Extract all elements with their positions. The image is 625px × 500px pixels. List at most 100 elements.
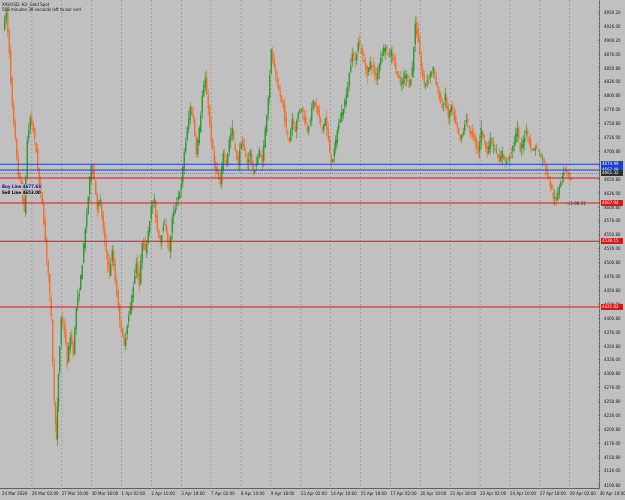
candle-bear xyxy=(315,103,317,107)
time-tick-label: 30 Mar 18:00 xyxy=(91,491,119,496)
candle-bull xyxy=(368,67,370,73)
candle-bear xyxy=(206,77,208,95)
candle-bear xyxy=(420,56,422,69)
candle-bull xyxy=(228,140,230,153)
candle-bull xyxy=(381,54,383,57)
plot-area[interactable]: XAUUSD, H2: Gold Spot 588 minutes 38 sec… xyxy=(0,0,600,489)
candle-bull xyxy=(461,135,463,139)
candle-bull xyxy=(57,374,60,407)
candle-bull xyxy=(324,118,326,126)
candle-bull xyxy=(149,221,151,233)
candle-bull xyxy=(542,158,544,160)
buy-line-label[interactable]: Buy Line 4677.68 xyxy=(2,184,41,189)
candle-bull xyxy=(308,126,310,132)
candle-bear xyxy=(281,95,283,102)
candle-bull xyxy=(110,264,112,276)
candle-bear xyxy=(138,272,140,286)
candle-bull xyxy=(4,17,6,30)
candle-bull xyxy=(270,49,272,74)
candle-bull xyxy=(300,109,302,111)
candle-bull xyxy=(170,236,172,253)
candle-bear xyxy=(158,229,160,238)
price-tick-label: 4176.00 xyxy=(604,440,621,446)
candle-bull xyxy=(291,118,293,131)
time-tick-label: 13 Apr 02:00 xyxy=(300,491,327,496)
candle-bull xyxy=(98,203,100,206)
candle-bear xyxy=(467,118,469,122)
candle-bear xyxy=(491,138,493,145)
candle-bear xyxy=(120,321,122,332)
candle-bear xyxy=(354,57,356,61)
candle-bear xyxy=(375,72,377,80)
candle-bull xyxy=(449,110,451,119)
candle-bear xyxy=(213,150,215,163)
candle-bear xyxy=(275,69,277,75)
candle-bull xyxy=(333,149,335,157)
candle-bull xyxy=(87,196,89,214)
candle-bear xyxy=(8,30,10,54)
candle-bear xyxy=(212,140,214,150)
price-tick-label: 4526.00 xyxy=(604,246,621,252)
candle-bear xyxy=(65,329,67,345)
time-tick-label: 17 Apr 02:00 xyxy=(390,491,417,496)
candle-bull xyxy=(312,100,314,108)
price-tick-label: 4626.00 xyxy=(604,190,621,196)
candle-bull xyxy=(249,150,251,157)
candle-bull xyxy=(141,242,143,262)
time-tick-label: 7 Apr 02:00 xyxy=(211,491,235,496)
price-tag: 4607.94 xyxy=(601,200,623,207)
candle-bear xyxy=(374,67,376,75)
candle-bear xyxy=(273,59,275,67)
candle-bear xyxy=(293,121,295,125)
candle-bear xyxy=(246,158,248,164)
candle-bull xyxy=(341,112,343,122)
candle-bull xyxy=(231,127,233,136)
candle-bull xyxy=(443,103,445,105)
candle-bear xyxy=(13,105,15,124)
candle-bull xyxy=(554,197,556,199)
candle-bear xyxy=(371,65,373,68)
candle-bull xyxy=(69,337,71,350)
price-tag: 4421.02 xyxy=(601,303,623,310)
candle-bear xyxy=(396,71,398,74)
candle-bull xyxy=(28,129,30,139)
candle-bull xyxy=(131,295,133,311)
candle-bear xyxy=(219,177,221,185)
sell-line-label[interactable]: Sell Line 4653.00 xyxy=(2,190,41,195)
candle-bear xyxy=(272,51,274,61)
candle-bull xyxy=(495,150,497,152)
price-tick-label: 4450.80 xyxy=(604,287,621,293)
candle-bull xyxy=(339,119,341,123)
candle-bear xyxy=(279,90,281,97)
candle-bull xyxy=(177,196,179,201)
candle-bear xyxy=(428,77,430,79)
candle-bear xyxy=(236,150,238,159)
candle-bull xyxy=(179,192,181,199)
candle-bull xyxy=(405,73,407,80)
candle-bear xyxy=(14,121,16,139)
candle-bear xyxy=(440,93,442,103)
candle-bear xyxy=(399,77,401,83)
time-tick-label: 29 Apr 02:00 xyxy=(569,491,596,496)
chart-window[interactable]: XAUUSD, H2: Gold Spot 588 minutes 38 sec… xyxy=(0,0,625,500)
price-tick-label: 4476.00 xyxy=(604,273,621,279)
candle-bull xyxy=(56,405,59,439)
candle-bear xyxy=(23,198,25,211)
candle-bear xyxy=(320,119,322,123)
candle-bull xyxy=(338,123,340,130)
candle-bull xyxy=(176,203,178,206)
candle-bear xyxy=(497,154,499,157)
candle-bull xyxy=(132,286,134,298)
candle-bear xyxy=(447,106,449,118)
grid-layer xyxy=(31,0,600,489)
candle-bear xyxy=(306,125,308,132)
candle-bull xyxy=(135,263,137,274)
candle-bull xyxy=(480,127,482,143)
candle-bear xyxy=(318,110,320,118)
candle-bull xyxy=(81,265,83,280)
candlestick-chart[interactable] xyxy=(0,0,600,489)
candle-bear xyxy=(38,168,40,185)
candle-bull xyxy=(111,250,113,261)
candle-bear xyxy=(416,22,418,35)
candle-bull xyxy=(344,101,346,107)
